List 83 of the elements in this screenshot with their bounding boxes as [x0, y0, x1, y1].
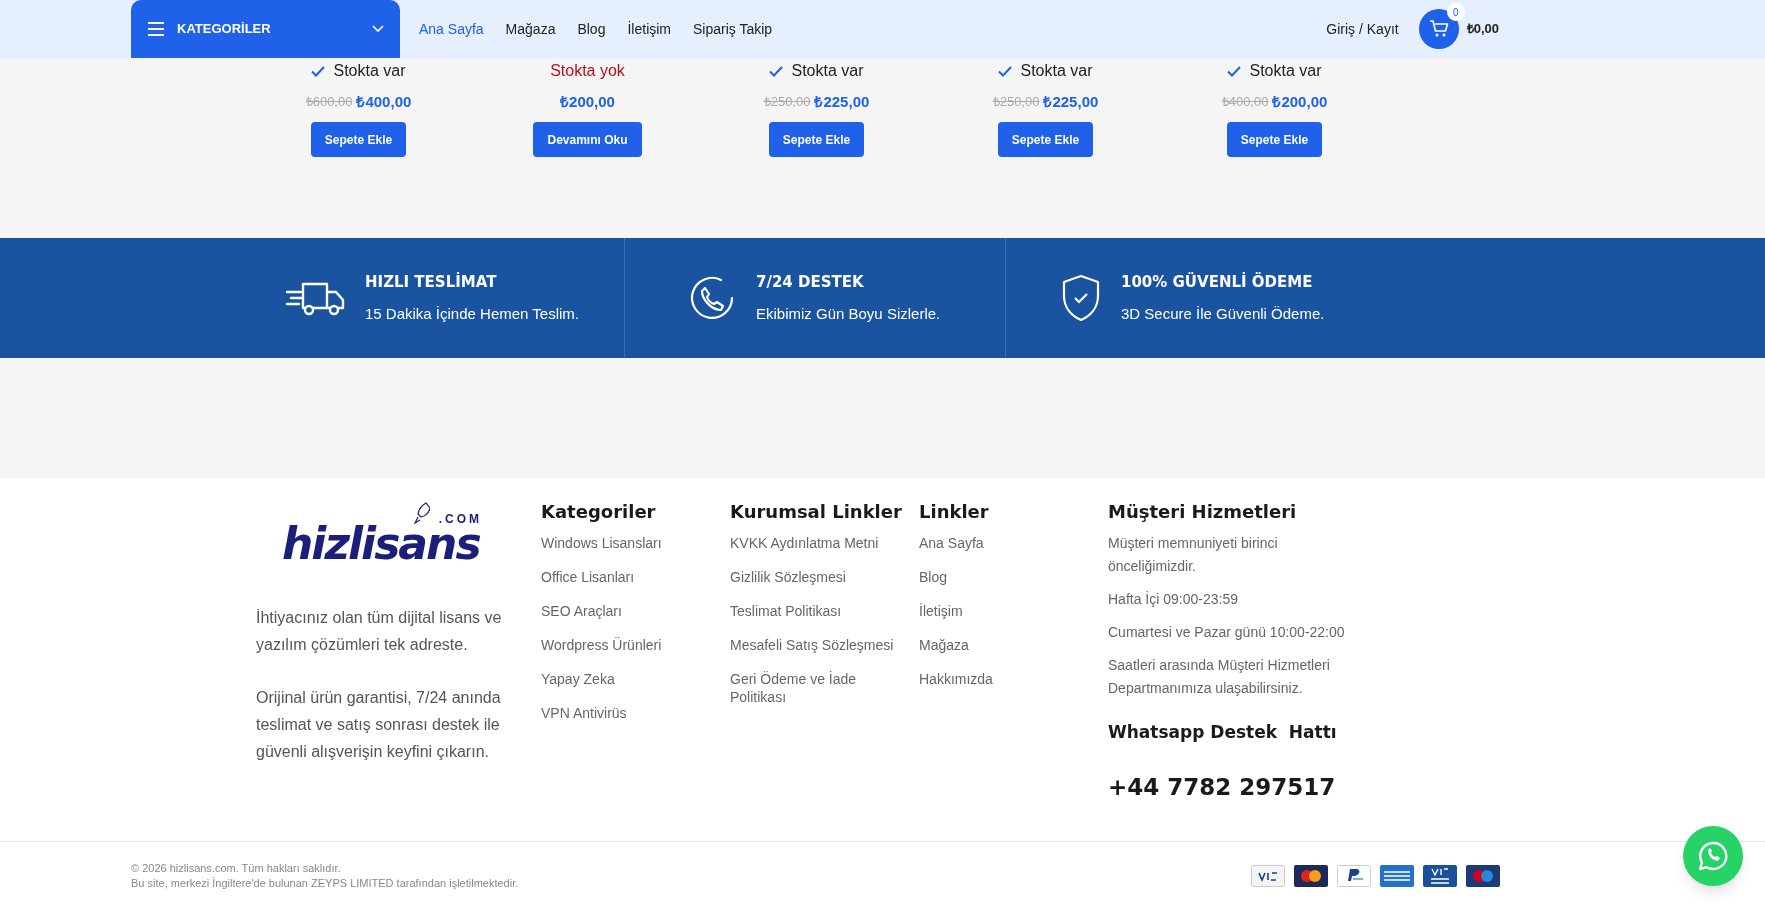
stock-status: Stokta var [1249, 61, 1322, 81]
footer-link[interactable]: Mağaza [919, 636, 1088, 654]
shield-check-icon [1061, 274, 1101, 322]
add-to-cart-button[interactable]: Sepete Ekle [768, 122, 865, 157]
whatsapp-icon [1698, 841, 1728, 871]
copyright-text: © 2026 hizlisans.com. Tüm hakları saklıdır. [131, 860, 342, 876]
logo[interactable]: hizlisans .COM [282, 506, 482, 566]
feature-subtitle: 3D Secure İle Güvenli Ödeme. [1121, 304, 1325, 324]
categories-button[interactable]: KATEGORİLER [131, 0, 400, 58]
login-link[interactable]: Giriş / Kayıt [1326, 18, 1399, 40]
nav-link[interactable]: Blog [577, 18, 606, 40]
service-text: Müşteri memnuniyeti birinci önceliğimizdir. [1108, 534, 1279, 576]
cart-count-badge: 0 [1446, 3, 1465, 21]
column-heading: Kurumsal Linkler [730, 500, 903, 524]
payment-card-icon [1251, 864, 1285, 887]
add-to-cart-button[interactable]: Sepete Ekle [310, 122, 407, 157]
truck-icon [285, 280, 345, 316]
column-heading: Müşteri Hizmetleri [1108, 500, 1298, 524]
payment-card-icon [1423, 864, 1457, 887]
nav-link[interactable]: Ana Sayfa [419, 18, 484, 40]
about-text: Orijinal ürün garantisi, 7/24 anında teslimat ve satış sonrası destek ile güvenli alışverişin keyfini çıkarın. [256, 688, 502, 762]
footer-link[interactable]: Wordpress Ürünleri [541, 636, 710, 654]
nav-link[interactable]: İletişim [627, 18, 671, 40]
payment-card-icon [1337, 864, 1371, 887]
price: ₺200,00 [560, 91, 615, 112]
footer-link[interactable]: Hakkımızda [919, 670, 1088, 688]
stock-status: Stokta yok [550, 61, 625, 81]
nav-link[interactable]: Mağaza [505, 18, 556, 40]
footer-link[interactable]: Windows Lisansları [541, 534, 710, 552]
footer-link[interactable]: Mesafeli Satış Sözleşmesi [730, 636, 899, 654]
check-icon [769, 65, 784, 77]
stock-status: Stokta var [791, 61, 864, 81]
service-text: Hafta İçi 09:00-23:59 [1108, 590, 1239, 609]
service-text: Saatleri arasında Müşteri Hizmetleri Departmanımıza ulaşabilirsiniz. [1108, 656, 1331, 698]
add-to-cart-button[interactable]: Sepete Ekle [997, 122, 1094, 157]
old-price: ₺250,00 [992, 93, 1040, 112]
price: ₺225,00 [1043, 91, 1099, 112]
price: ₺225,00 [814, 91, 870, 112]
payment-card-icon [1380, 864, 1414, 887]
add-to-cart-button[interactable]: Sepete Ekle [1226, 122, 1323, 157]
footer-link[interactable]: KVKK Aydınlatma Metni [730, 534, 899, 552]
column-heading: Linkler [919, 500, 990, 524]
payment-card-icon [1294, 864, 1328, 887]
feature-subtitle: Ekibimiz Gün Boyu Sizlerle. [756, 304, 941, 324]
footer-link[interactable]: SEO Araçları [541, 602, 710, 620]
phone-icon [688, 274, 736, 322]
price: ₺400,00 [356, 91, 412, 112]
footer-link[interactable]: Gizlilik Sözleşmesi [730, 568, 899, 586]
stock-status: Stokta var [333, 61, 406, 81]
footer-link[interactable]: VPN Antivirüs [541, 704, 710, 722]
cart-icon [1428, 20, 1449, 38]
menu-icon [147, 22, 165, 36]
footer-link[interactable]: Teslimat Politikası [730, 602, 899, 620]
old-price: ₺400,00 [1221, 93, 1269, 112]
old-price: ₺600,00 [305, 93, 353, 112]
footer-link[interactable]: Office Lisanları [541, 568, 710, 586]
old-price: ₺250,00 [763, 93, 811, 112]
payment-card-icon [1466, 864, 1500, 887]
check-icon [998, 65, 1013, 77]
cart-button[interactable] [1418, 9, 1459, 49]
cart-total: ₺0,00 [1466, 20, 1499, 39]
footer-link[interactable]: Ana Sayfa [919, 534, 1088, 552]
service-text: Cumartesi ve Pazar günü 10:00-22:00 [1108, 623, 1346, 642]
footer-link[interactable]: İletişim [919, 602, 1088, 620]
copyright-text: Bu site, merkezi İngiltere'de bulunan ZEYPS LIMITED tarafından işletilmektedir. [131, 875, 520, 891]
footer-link[interactable]: Blog [919, 568, 1088, 586]
footer-link[interactable]: Geri Ödeme ve İade Politikası [730, 670, 899, 706]
check-icon [1227, 65, 1242, 77]
about-text: İhtiyacınız olan tüm dijital lisans ve yazılım çözümleri tek adreste. [256, 608, 503, 655]
add-to-cart-button[interactable]: Devamını Oku [533, 122, 642, 157]
feature-title: 100% GÜVENLİ ÖDEME [1121, 271, 1314, 293]
feature-title: HIZLI TESLİMAT [365, 271, 498, 293]
nav-link[interactable]: Sipariş Takip [693, 18, 773, 40]
whatsapp-heading: Whatsapp Destek Hattı [1108, 721, 1338, 744]
chevron-down-icon [372, 25, 384, 33]
footer-link[interactable]: Yapay Zeka [541, 670, 710, 688]
feature-subtitle: 15 Dakika İçinde Hemen Teslim. [365, 304, 579, 324]
feature-title: 7/24 DESTEK [756, 271, 865, 293]
check-icon [311, 65, 326, 77]
phone-number: +44 7782 297517 [1108, 772, 1337, 802]
price: ₺200,00 [1272, 91, 1328, 112]
column-heading: Kategoriler [541, 500, 657, 524]
stock-status: Stokta var [1020, 61, 1093, 81]
